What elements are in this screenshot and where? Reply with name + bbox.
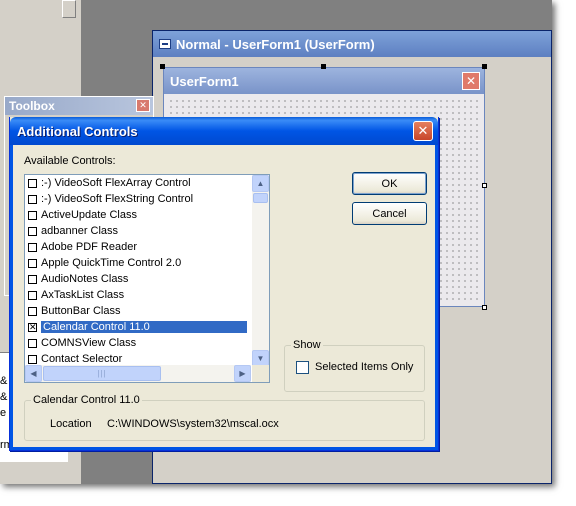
- show-group-label: Show: [291, 339, 323, 351]
- list-item-label: COMNSView Class: [41, 337, 137, 349]
- resize-handle[interactable]: [482, 305, 487, 310]
- list-item-checkbox[interactable]: [28, 258, 37, 268]
- dialog-close-button[interactable]: ✕: [413, 121, 433, 141]
- list-item[interactable]: ✕ Calendar Control 11.0: [25, 319, 251, 335]
- list-item-label: Calendar Control 11.0: [41, 321, 247, 333]
- horizontal-scrollbar[interactable]: ◀ ||| ▶: [25, 365, 251, 382]
- list-item-label: adbanner Class: [41, 225, 119, 237]
- list-item-label: Apple QuickTime Control 2.0: [41, 257, 182, 269]
- list-item[interactable]: AxTaskList Class: [25, 287, 251, 303]
- list-item-checkbox[interactable]: [28, 290, 37, 300]
- list-item[interactable]: adbanner Class: [25, 223, 251, 239]
- properties-row-fragment: &: [0, 391, 8, 403]
- properties-row-fragment: &: [0, 375, 8, 387]
- userform-window-titlebar[interactable]: Normal - UserForm1 (UserForm): [153, 31, 551, 57]
- properties-row-fragment: e: [0, 407, 7, 419]
- close-icon: ✕: [462, 72, 480, 90]
- controls-list-rows: :-) VideoSoft FlexArray Control :-) Video…: [25, 175, 251, 367]
- control-info-groupbox: Calendar Control 11.0 Location C:\WINDOW…: [24, 394, 425, 441]
- list-item-label: ActiveUpdate Class: [41, 209, 137, 221]
- resize-handle[interactable]: [321, 64, 326, 69]
- list-item-checkbox[interactable]: ✕: [28, 322, 37, 332]
- dialog-titlebar[interactable]: Additional Controls: [10, 117, 438, 145]
- location-value: C:\WINDOWS\system32\mscal.ocx: [107, 418, 279, 430]
- available-controls-label: Available Controls:: [24, 155, 116, 167]
- resize-handle[interactable]: [160, 64, 165, 69]
- scrollbar-corner: [252, 365, 269, 382]
- list-item-label: ButtonBar Class: [41, 305, 121, 317]
- toolbox-close-button[interactable]: ✕: [136, 99, 150, 112]
- list-item-checkbox[interactable]: [28, 226, 37, 236]
- userform-window-title: Normal - UserForm1 (UserForm): [176, 36, 375, 52]
- scroll-up-icon[interactable]: ▲: [252, 175, 269, 192]
- list-item-checkbox[interactable]: [28, 338, 37, 348]
- list-item[interactable]: Adobe PDF Reader: [25, 239, 251, 255]
- list-item-checkbox[interactable]: [28, 274, 37, 284]
- list-item-checkbox[interactable]: [28, 354, 37, 364]
- list-item-checkbox[interactable]: [28, 194, 37, 204]
- show-groupbox: Show Selected Items Only: [284, 339, 425, 392]
- dialog-body: Available Controls: :-) VideoSoft FlexAr…: [10, 145, 438, 450]
- dialog-title: Additional Controls: [17, 123, 138, 139]
- list-item-label: Adobe PDF Reader: [41, 241, 137, 253]
- vertical-scrollbar[interactable]: ▲ ▼: [252, 175, 269, 367]
- panel-scrollbar[interactable]: [62, 0, 76, 18]
- ok-button[interactable]: OK: [352, 172, 427, 195]
- userform1-title: UserForm1: [170, 73, 239, 89]
- vertical-scroll-thumb[interactable]: [253, 193, 268, 203]
- toolbox-title: Toolbox: [9, 99, 55, 113]
- additional-controls-dialog: Additional Controls ✕ Available Controls…: [9, 117, 439, 451]
- list-item-checkbox[interactable]: [28, 210, 37, 220]
- list-item-checkbox[interactable]: [28, 306, 37, 316]
- list-item[interactable]: :-) VideoSoft FlexString Control: [25, 191, 251, 207]
- toolbox-titlebar[interactable]: Toolbox ✕: [5, 97, 153, 115]
- selected-control-name: Calendar Control 11.0: [31, 394, 142, 406]
- available-controls-list[interactable]: :-) VideoSoft FlexArray Control :-) Video…: [24, 174, 270, 383]
- list-item[interactable]: COMNSView Class: [25, 335, 251, 351]
- selected-items-only-label[interactable]: Selected Items Only: [315, 361, 413, 373]
- resize-handle[interactable]: [482, 183, 487, 188]
- list-item-checkbox[interactable]: [28, 178, 37, 188]
- list-item[interactable]: Apple QuickTime Control 2.0: [25, 255, 251, 271]
- list-item-label: :-) VideoSoft FlexArray Control: [41, 177, 191, 189]
- list-item-label: AudioNotes Class: [41, 273, 129, 285]
- list-item[interactable]: ActiveUpdate Class: [25, 207, 251, 223]
- scroll-right-icon[interactable]: ▶: [234, 365, 251, 382]
- horizontal-scroll-thumb[interactable]: |||: [43, 366, 161, 381]
- list-item[interactable]: :-) VideoSoft FlexArray Control: [25, 175, 251, 191]
- list-item[interactable]: AudioNotes Class: [25, 271, 251, 287]
- list-item-label: :-) VideoSoft FlexString Control: [41, 193, 194, 205]
- form-icon: [159, 39, 171, 49]
- scroll-left-icon[interactable]: ◀: [25, 365, 42, 382]
- userform1-titlebar: UserForm1: [164, 68, 484, 94]
- list-item-label: Contact Selector: [41, 353, 123, 365]
- list-item[interactable]: ButtonBar Class: [25, 303, 251, 319]
- resize-handle[interactable]: [482, 64, 487, 69]
- location-label: Location: [50, 418, 92, 430]
- list-item-checkbox[interactable]: [28, 242, 37, 252]
- cancel-button[interactable]: Cancel: [352, 202, 427, 225]
- list-item-label: AxTaskList Class: [41, 289, 125, 301]
- selected-items-only-checkbox[interactable]: [296, 361, 309, 374]
